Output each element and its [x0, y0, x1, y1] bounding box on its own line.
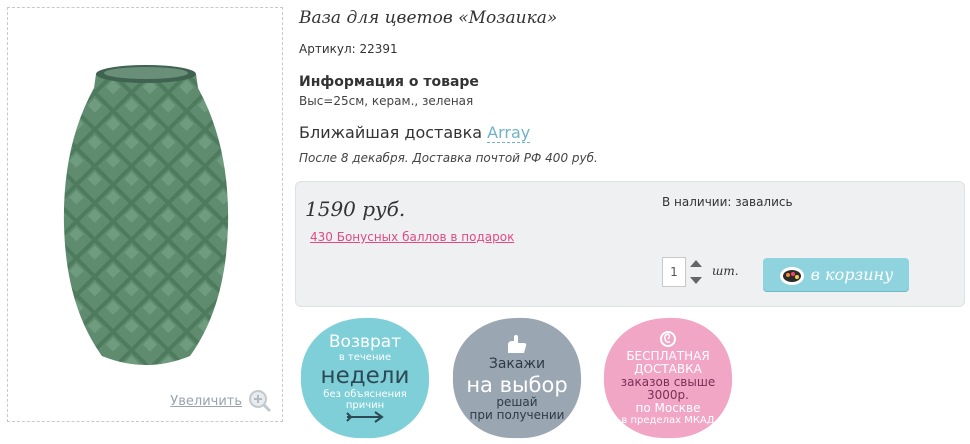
add-to-cart-label: в корзину [810, 265, 894, 284]
badge-delivery-text: БЕСПЛАТНАЯ ДОСТАВКА заказов свыше 3000р.… [600, 314, 736, 442]
badge-choice: Закажи на выбор решай при получении [449, 314, 585, 442]
info-heading: Информация о товаре [299, 74, 479, 90]
badge-choice-text: Закажи на выбор решай при получении [449, 314, 585, 442]
badge-line: решай [496, 394, 538, 409]
candy-icon [660, 331, 676, 347]
badge-line: в пределах МКАД [621, 415, 715, 426]
stock-status: В наличии: завались [662, 195, 793, 209]
sku-line: Артикул: 22391 [299, 42, 398, 56]
purchase-box: 1590 руб. 430 Бонусных баллов в подарок … [295, 181, 965, 307]
delivery-heading: Ближайшая доставка Array [299, 123, 531, 143]
badge-free-delivery: БЕСПЛАТНАЯ ДОСТАВКА заказов свыше 3000р.… [600, 314, 736, 442]
zoom-control[interactable]: Увеличить [170, 389, 272, 413]
arrow-down-icon[interactable] [690, 277, 702, 284]
badge-return-text: Возврат в течение недели без объяснения … [297, 314, 433, 442]
price: 1590 руб. [305, 197, 406, 221]
magnifier-plus-icon[interactable] [248, 389, 272, 413]
product-title: Ваза для цветов «Мозаика» [299, 8, 558, 28]
badge-line: причин [345, 400, 385, 411]
add-to-cart-button[interactable]: в корзину [763, 258, 909, 291]
vase-image[interactable] [58, 56, 234, 376]
arrow-icon [346, 411, 384, 423]
product-image-frame[interactable]: Увеличить [7, 7, 283, 422]
badge-line: без объяснения [323, 389, 407, 400]
delivery-link[interactable]: Array [487, 123, 531, 143]
badge-line: Закажи [488, 355, 546, 372]
sku-value: 22391 [359, 42, 398, 56]
badge-line: на выбор [466, 372, 568, 397]
info-text: Выс=25см, керам., зеленая [299, 94, 474, 108]
badge-return: Возврат в течение недели без объяснения … [297, 314, 433, 442]
hand-icon [508, 334, 527, 353]
bonus-link[interactable]: 430 Бонусных баллов в подарок [310, 230, 514, 244]
arrow-up-icon[interactable] [690, 260, 702, 267]
cart-icon [779, 266, 804, 285]
delivery-text: После 8 декабря. Доставка почтой РФ 400 … [299, 151, 598, 165]
quantity-input[interactable]: 1 [662, 257, 686, 287]
badge-line: при получении [469, 407, 565, 422]
badge-line: недели [320, 363, 410, 389]
quantity-stepper[interactable] [690, 257, 702, 287]
badge-line: в течение [338, 352, 392, 363]
sku-label: Артикул: [299, 42, 356, 56]
badge-line: по Москве [635, 401, 701, 415]
quantity-unit: шт. [712, 264, 739, 278]
zoom-link[interactable]: Увеличить [170, 394, 242, 409]
delivery-heading-label: Ближайшая доставка [299, 123, 483, 142]
badge-line: Возврат [328, 332, 402, 352]
